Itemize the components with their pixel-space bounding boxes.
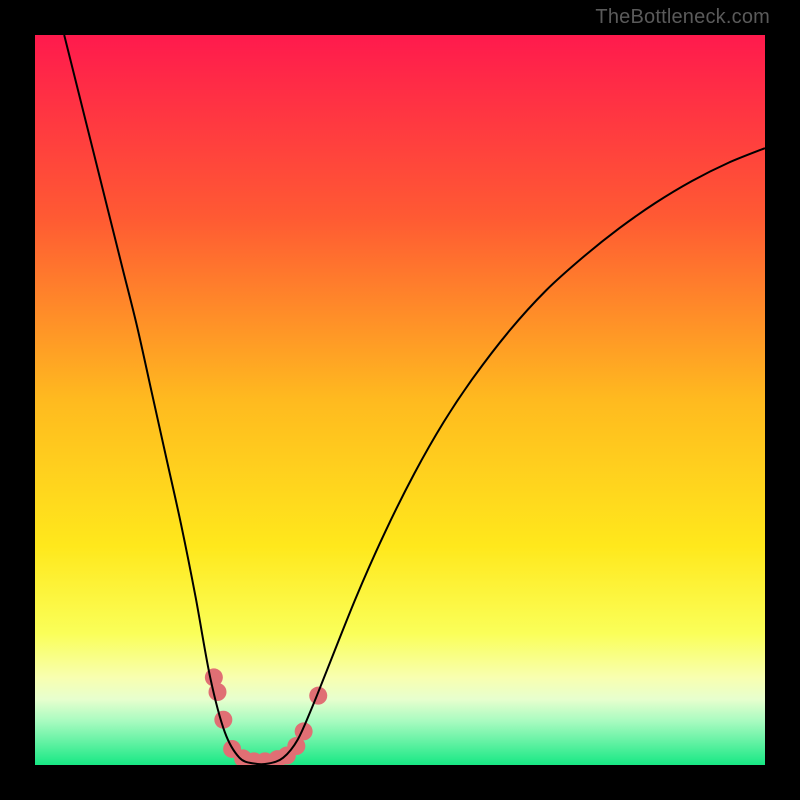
plot-area xyxy=(35,35,765,765)
watermark-text: TheBottleneck.com xyxy=(595,6,770,29)
curve-line xyxy=(64,35,765,764)
chart-svg xyxy=(35,35,765,765)
chart-frame: TheBottleneck.com xyxy=(0,0,800,800)
data-marker xyxy=(309,687,327,705)
